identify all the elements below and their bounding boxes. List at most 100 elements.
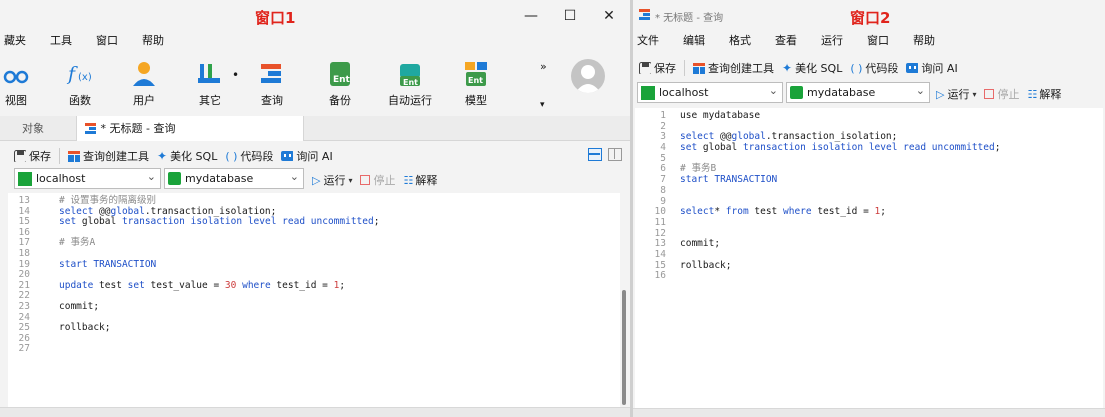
code-line[interactable]: 23 commit; [8, 301, 620, 313]
window-2-title: 窗口2 [850, 9, 891, 27]
code-line[interactable]: 27 [8, 344, 620, 355]
ribbon-automation-button[interactable]: Ent 自动运行 [386, 56, 434, 112]
code-line[interactable]: 25 rollback; [8, 323, 620, 334]
code-line[interactable]: 11 [635, 216, 1103, 229]
code-snippet-button[interactable]: ( ) 代码段 [850, 60, 898, 76]
database-select[interactable]: mydatabase ⌄ [786, 82, 930, 103]
window-1-title: 窗口1 [255, 9, 296, 27]
minimize-button[interactable]: — [520, 5, 542, 27]
code-line[interactable]: 21 update test set test_value = 30 where … [8, 279, 620, 292]
tab-objects[interactable]: 对象 [22, 116, 72, 141]
code-line[interactable]: 13 commit; [635, 239, 1103, 250]
code-line[interactable]: 26 [8, 333, 620, 345]
query-icon [257, 58, 287, 88]
code-text: use mydatabase [680, 110, 761, 121]
code-line[interactable]: 4 set global transaction isolation level … [635, 142, 1103, 154]
code-line[interactable]: 19 start TRANSACTION [8, 259, 620, 271]
database-select[interactable]: mydatabase ⌄ [164, 168, 304, 189]
split-vertical-icon[interactable] [608, 148, 622, 161]
code-line[interactable]: 16 [635, 271, 1103, 282]
explain-button[interactable]: ☷ 解释 [1027, 86, 1061, 102]
save-button[interactable]: 保存 [14, 148, 51, 164]
stop-button[interactable]: 停止 [984, 86, 1019, 102]
line-number: 11 [654, 216, 666, 228]
query-builder-button[interactable]: 查询创建工具 [693, 60, 774, 76]
split-horizontal-icon[interactable] [588, 148, 602, 161]
stop-button[interactable]: 停止 [360, 172, 395, 188]
query-tab-icon [85, 123, 96, 134]
code-line[interactable]: 17 # 事务A [8, 238, 620, 249]
explain-button[interactable]: ☷ 解释 [403, 172, 437, 188]
window-1: 窗口1 — ☐ ✕ 藏夹 工具 窗口 帮助 视图 f (x) 函数 用户 其它 … [0, 0, 630, 417]
connection-select[interactable]: localhost ⌄ [637, 82, 783, 103]
code-text: # 事务A [59, 237, 96, 249]
snippet-icon: ( ) [850, 61, 863, 75]
editor-scrollbar[interactable] [622, 290, 626, 405]
menu-window[interactable]: 窗口 [96, 32, 118, 54]
save-icon [14, 150, 26, 162]
avatar[interactable] [571, 59, 605, 93]
other-dropdown-arrow[interactable]: • [232, 68, 239, 82]
window-2: * 无标题 - 查询 窗口2 文件 编辑 格式 查看 运行 窗口 帮助 保存 查… [633, 0, 1105, 417]
code-line[interactable]: 8 [635, 185, 1103, 197]
query-builder-button[interactable]: 查询创建工具 [68, 148, 149, 164]
code-text: commit; [680, 238, 721, 250]
code-line[interactable]: 16 [8, 227, 620, 239]
sql-editor[interactable]: 13 # 设置事务的隔离级别 14 select @@global.transacti… [8, 193, 620, 407]
code-text: update test set test_value = 30 where te… [59, 279, 346, 291]
beautify-sql-button[interactable]: ✦ 美化 SQL [157, 148, 217, 164]
tab-query[interactable]: * 无标题 - 查询 [76, 116, 304, 141]
svg-text:f: f [66, 63, 78, 85]
menu-run[interactable]: 运行 [821, 32, 843, 54]
code-line[interactable]: 7 start TRANSACTION [635, 174, 1103, 186]
save-button[interactable]: 保存 [639, 60, 676, 76]
ai-icon [281, 151, 294, 161]
code-line[interactable]: 13 # 设置事务的隔离级别 [8, 195, 620, 207]
run-button[interactable]: ▷ 运行 ▾ [936, 86, 976, 102]
ribbon-model-button[interactable]: Ent 模型 [452, 56, 500, 112]
menu-tools[interactable]: 工具 [50, 32, 72, 54]
window-2-menubar: 文件 编辑 格式 查看 运行 窗口 帮助 [637, 32, 959, 54]
code-line[interactable]: 15 rollback; [635, 260, 1103, 272]
menu-format[interactable]: 格式 [729, 32, 751, 54]
code-line[interactable]: 10 select* from test where test_id = 1; [635, 206, 1103, 218]
code-line[interactable]: 1 use mydatabase [635, 110, 1103, 122]
code-snippet-button[interactable]: ( ) 代码段 [225, 148, 273, 164]
beautify-sql-button[interactable]: ✦ 美化 SQL [782, 60, 842, 76]
menu-help[interactable]: 帮助 [142, 32, 164, 54]
svg-text:Ent: Ent [403, 78, 418, 87]
code-text: set global transaction isolation level r… [59, 216, 380, 228]
ribbon-function-button[interactable]: f (x) 函数 [56, 56, 104, 112]
query-builder-icon [693, 63, 705, 74]
ask-ai-button[interactable]: 询问 AI [906, 60, 958, 76]
ask-ai-button[interactable]: 询问 AI [281, 148, 333, 164]
run-button[interactable]: ▷ 运行 ▾ [312, 172, 352, 188]
ribbon-overflow-button[interactable]: » [540, 60, 547, 73]
run-controls-2: ▷ 运行 ▾ 停止 ☷ 解释 [936, 82, 1105, 106]
ribbon-view-button[interactable]: 视图 [0, 56, 40, 112]
menu-view[interactable]: 查看 [775, 32, 797, 54]
user-icon [129, 58, 159, 88]
close-button[interactable]: ✕ [598, 5, 620, 27]
maximize-button[interactable]: ☐ [559, 5, 581, 27]
menu-window[interactable]: 窗口 [867, 32, 889, 54]
app-query-icon [639, 9, 650, 20]
menu-help[interactable]: 帮助 [913, 32, 935, 54]
sql-editor-2[interactable]: 1 use mydatabase 2 3 select @@global.transac… [635, 108, 1103, 408]
ribbon-expand-arrow[interactable]: ▾ [540, 100, 545, 110]
code-line[interactable]: 22 [8, 291, 620, 302]
menu-edit[interactable]: 编辑 [683, 32, 705, 54]
ribbon-other-button[interactable]: 其它 [186, 56, 234, 112]
menu-file[interactable]: 文件 [637, 32, 659, 54]
tab-bar: 对象 * 无标题 - 查询 [0, 116, 630, 141]
ribbon-query-button[interactable]: 查询 [248, 56, 296, 112]
status-bar [0, 407, 630, 417]
ribbon-backup-button[interactable]: Ent 备份 [316, 56, 364, 112]
connection-select[interactable]: localhost ⌄ [14, 168, 161, 189]
menu-favorites[interactable]: 藏夹 [4, 32, 26, 54]
ribbon-user-button[interactable]: 用户 [120, 56, 168, 112]
query-toolbar-2: 保存 查询创建工具 ✦ 美化 SQL ( ) 代码段 询问 AI [639, 56, 1099, 80]
code-line[interactable]: 15 set global transaction isolation level… [8, 216, 620, 228]
function-icon: f (x) [65, 58, 95, 88]
toolbar-divider [59, 148, 60, 164]
